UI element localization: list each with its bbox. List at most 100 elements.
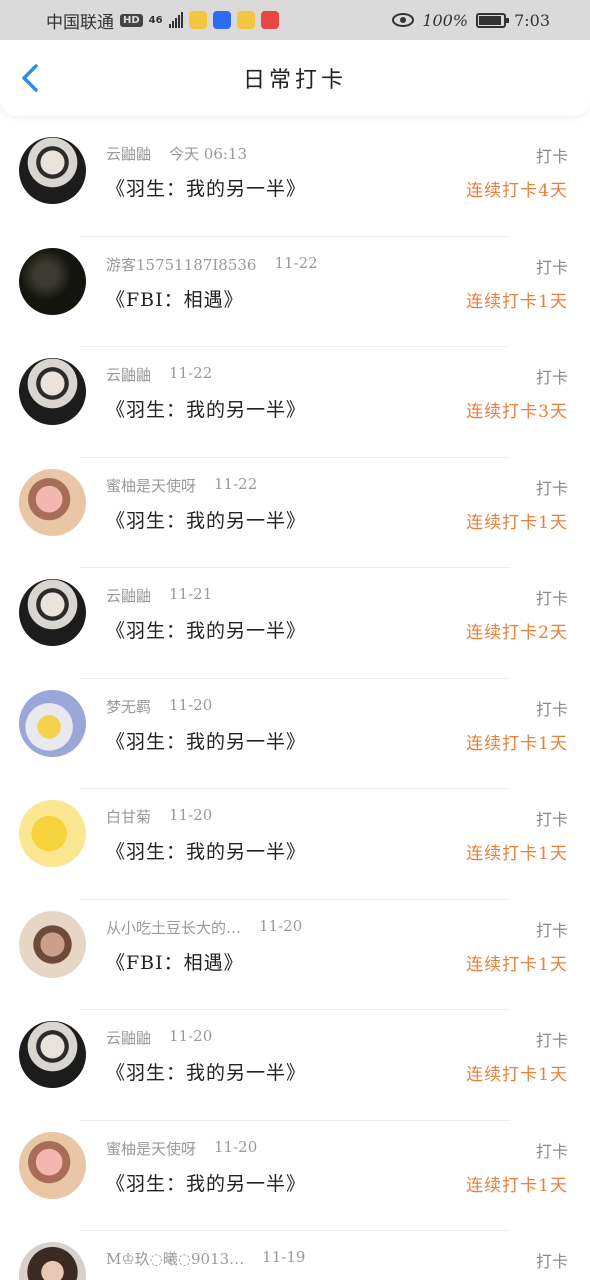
streak-label: 连续打卡2天 xyxy=(466,623,568,643)
user-name[interactable]: 蜜柚是天使呀 xyxy=(106,475,196,496)
checkin-date: 11-20 xyxy=(214,1137,258,1156)
user-name[interactable]: 蜜柚是天使呀 xyxy=(106,1138,196,1159)
entry-meta: 云鼬鼬 11-22 xyxy=(106,364,212,385)
checkin-label: 打卡 xyxy=(535,699,568,719)
streak-label: 连续打卡1天 xyxy=(466,291,568,312)
signal-icon xyxy=(168,12,183,28)
book-title[interactable]: 《羽生：我的另一半》 xyxy=(106,506,306,533)
avatar[interactable] xyxy=(19,247,86,315)
list-item[interactable]: 云鼬鼬 11-21 《羽生：我的另一半》 打卡 连续打卡2天 xyxy=(0,568,590,679)
checkin-date: 11-19 xyxy=(262,1248,306,1266)
checkin-date: 11-22 xyxy=(169,364,213,382)
battery-percent: 100% xyxy=(422,10,469,30)
checkin-date: 11-20 xyxy=(169,695,213,714)
checkin-label: 打卡 xyxy=(535,810,568,829)
hd-badge: HD xyxy=(120,13,143,27)
book-app-icon xyxy=(260,11,279,29)
list-item[interactable]: 蜜柚是天使呀 11-22 《羽生：我的另一半》 打卡 连续打卡1天 xyxy=(0,458,590,568)
checkin-date: 11-20 xyxy=(259,916,303,935)
avatar[interactable] xyxy=(19,137,86,204)
carrier-label: 中国联通 xyxy=(46,12,114,33)
entry-meta: 从小吃土豆长大的… 11-20 xyxy=(106,917,302,938)
checkin-date: 11-20 xyxy=(169,806,213,824)
book-title[interactable]: 《羽生：我的另一半》 xyxy=(106,174,306,201)
chevron-left-icon[interactable] xyxy=(16,62,48,94)
list-item[interactable]: 从小吃土豆长大的… 11-20 《FBI：相遇》 打卡 连续打卡1天 xyxy=(0,900,590,1010)
checkin-date: 11-20 xyxy=(169,1027,213,1045)
entry-meta: 游客15751187I8536 11-22 xyxy=(106,254,318,275)
streak-label: 连续打卡1天 xyxy=(466,844,568,864)
page-title: 日常打卡 xyxy=(242,68,347,93)
eye-icon xyxy=(392,13,415,27)
checkin-date: 11-22 xyxy=(214,474,258,493)
nav-bar: 日常打卡 xyxy=(0,40,590,116)
book-title[interactable]: 《羽生：我的另一半》 xyxy=(106,837,306,864)
user-name[interactable]: 云鼬鼬 xyxy=(106,143,151,164)
status-bar: 中国联通 HD 46 100% 7:03 xyxy=(0,0,590,40)
user-name[interactable]: 游客15751187I8536 xyxy=(106,254,256,275)
avatar[interactable] xyxy=(19,468,86,536)
user-name[interactable]: 云鼬鼬 xyxy=(106,1027,151,1048)
avatar[interactable] xyxy=(19,910,86,978)
streak-label: 连续打卡4天 xyxy=(466,181,568,201)
book-title[interactable]: 《羽生：我的另一半》 xyxy=(106,1169,306,1196)
checkin-label: 打卡 xyxy=(535,589,568,608)
book-title[interactable]: 《羽生：我的另一半》 xyxy=(106,616,306,643)
entry-meta: 白甘菊 11-20 xyxy=(106,806,212,827)
clock: 7:03 xyxy=(514,10,550,30)
user-name[interactable]: 云鼬鼬 xyxy=(106,364,151,385)
checkin-label: 打卡 xyxy=(535,257,568,277)
list-item[interactable]: 云鼬鼬 11-22 《羽生：我的另一半》 打卡 连续打卡3天 xyxy=(0,347,590,458)
checkin-label: 打卡 xyxy=(535,1031,568,1050)
entry-meta: 云鼬鼬 今天 06:13 xyxy=(106,143,247,164)
list-item[interactable]: 云鼬鼬 今天 06:13 《羽生：我的另一半》 打卡 连续打卡4天 xyxy=(0,126,590,237)
checkin-label: 打卡 xyxy=(535,920,568,940)
avatar[interactable] xyxy=(19,579,86,646)
streak-label: 连续打卡1天 xyxy=(466,1065,568,1085)
checkin-label: 打卡 xyxy=(535,478,568,498)
entry-meta: 云鼬鼬 11-21 xyxy=(106,585,212,606)
avatar[interactable] xyxy=(19,800,86,867)
book-title[interactable]: 《羽生：我的另一半》 xyxy=(106,395,306,422)
streak-label: 连续打卡3天 xyxy=(466,402,568,422)
battery-icon xyxy=(476,12,510,28)
weibo-app-icon-2 xyxy=(236,11,255,29)
list-item[interactable]: 白甘菊 11-20 《羽生：我的另一半》 打卡 连续打卡1天 xyxy=(0,789,590,900)
list-item[interactable]: 梦无羁 11-20 《羽生：我的另一半》 打卡 连续打卡1天 xyxy=(0,679,590,789)
entry-meta: 蜜柚是天使呀 11-22 xyxy=(106,475,257,496)
checkin-list: 云鼬鼬 今天 06:13 《羽生：我的另一半》 打卡 连续打卡4天 游客1575… xyxy=(0,126,590,1280)
streak-label: 连续打卡1天 xyxy=(466,1175,568,1196)
checkin-label: 打卡 xyxy=(535,1141,568,1161)
streak-label: 连续打卡1天 xyxy=(466,733,568,754)
list-item[interactable]: 游客15751187I8536 11-22 《FBI：相遇》 打卡 连续打卡1天 xyxy=(0,237,590,347)
network-type: 46 xyxy=(148,14,163,26)
list-item[interactable]: 蜜柚是天使呀 11-20 《羽生：我的另一半》 打卡 连续打卡1天 xyxy=(0,1121,590,1231)
avatar[interactable] xyxy=(19,1021,86,1088)
lightbulb-app-icon xyxy=(212,11,231,29)
entry-meta: M♔玖◌曦◌9013… 11-19 xyxy=(106,1248,305,1269)
book-title[interactable]: 《羽生：我的另一半》 xyxy=(106,1058,306,1085)
checkin-date: 11-21 xyxy=(169,585,213,603)
user-name[interactable]: M♔玖◌曦◌9013… xyxy=(106,1248,244,1269)
entry-meta: 蜜柚是天使呀 11-20 xyxy=(106,1138,257,1159)
list-item[interactable]: 云鼬鼬 11-20 《羽生：我的另一半》 打卡 连续打卡1天 xyxy=(0,1010,590,1121)
user-name[interactable]: 梦无羁 xyxy=(106,696,151,717)
checkin-label: 打卡 xyxy=(535,1252,568,1271)
avatar[interactable] xyxy=(19,1242,86,1280)
weibo-app-icon xyxy=(188,11,207,29)
user-name[interactable]: 白甘菊 xyxy=(106,806,151,827)
user-name[interactable]: 从小吃土豆长大的… xyxy=(106,917,241,938)
checkin-date: 11-22 xyxy=(274,253,318,272)
book-title[interactable]: 《FBI：相遇》 xyxy=(106,948,244,975)
streak-label: 连续打卡1天 xyxy=(466,954,568,975)
checkin-label: 打卡 xyxy=(535,368,568,387)
user-name[interactable]: 云鼬鼬 xyxy=(106,585,151,606)
list-item[interactable]: M♔玖◌曦◌9013… 11-19 打卡 xyxy=(0,1231,590,1280)
book-title[interactable]: 《FBI：相遇》 xyxy=(106,285,244,312)
entry-meta: 云鼬鼬 11-20 xyxy=(106,1027,212,1048)
book-title[interactable]: 《羽生：我的另一半》 xyxy=(106,727,306,754)
avatar[interactable] xyxy=(19,1131,86,1199)
avatar[interactable] xyxy=(19,358,86,425)
checkin-label: 打卡 xyxy=(535,147,568,166)
avatar[interactable] xyxy=(19,689,86,757)
